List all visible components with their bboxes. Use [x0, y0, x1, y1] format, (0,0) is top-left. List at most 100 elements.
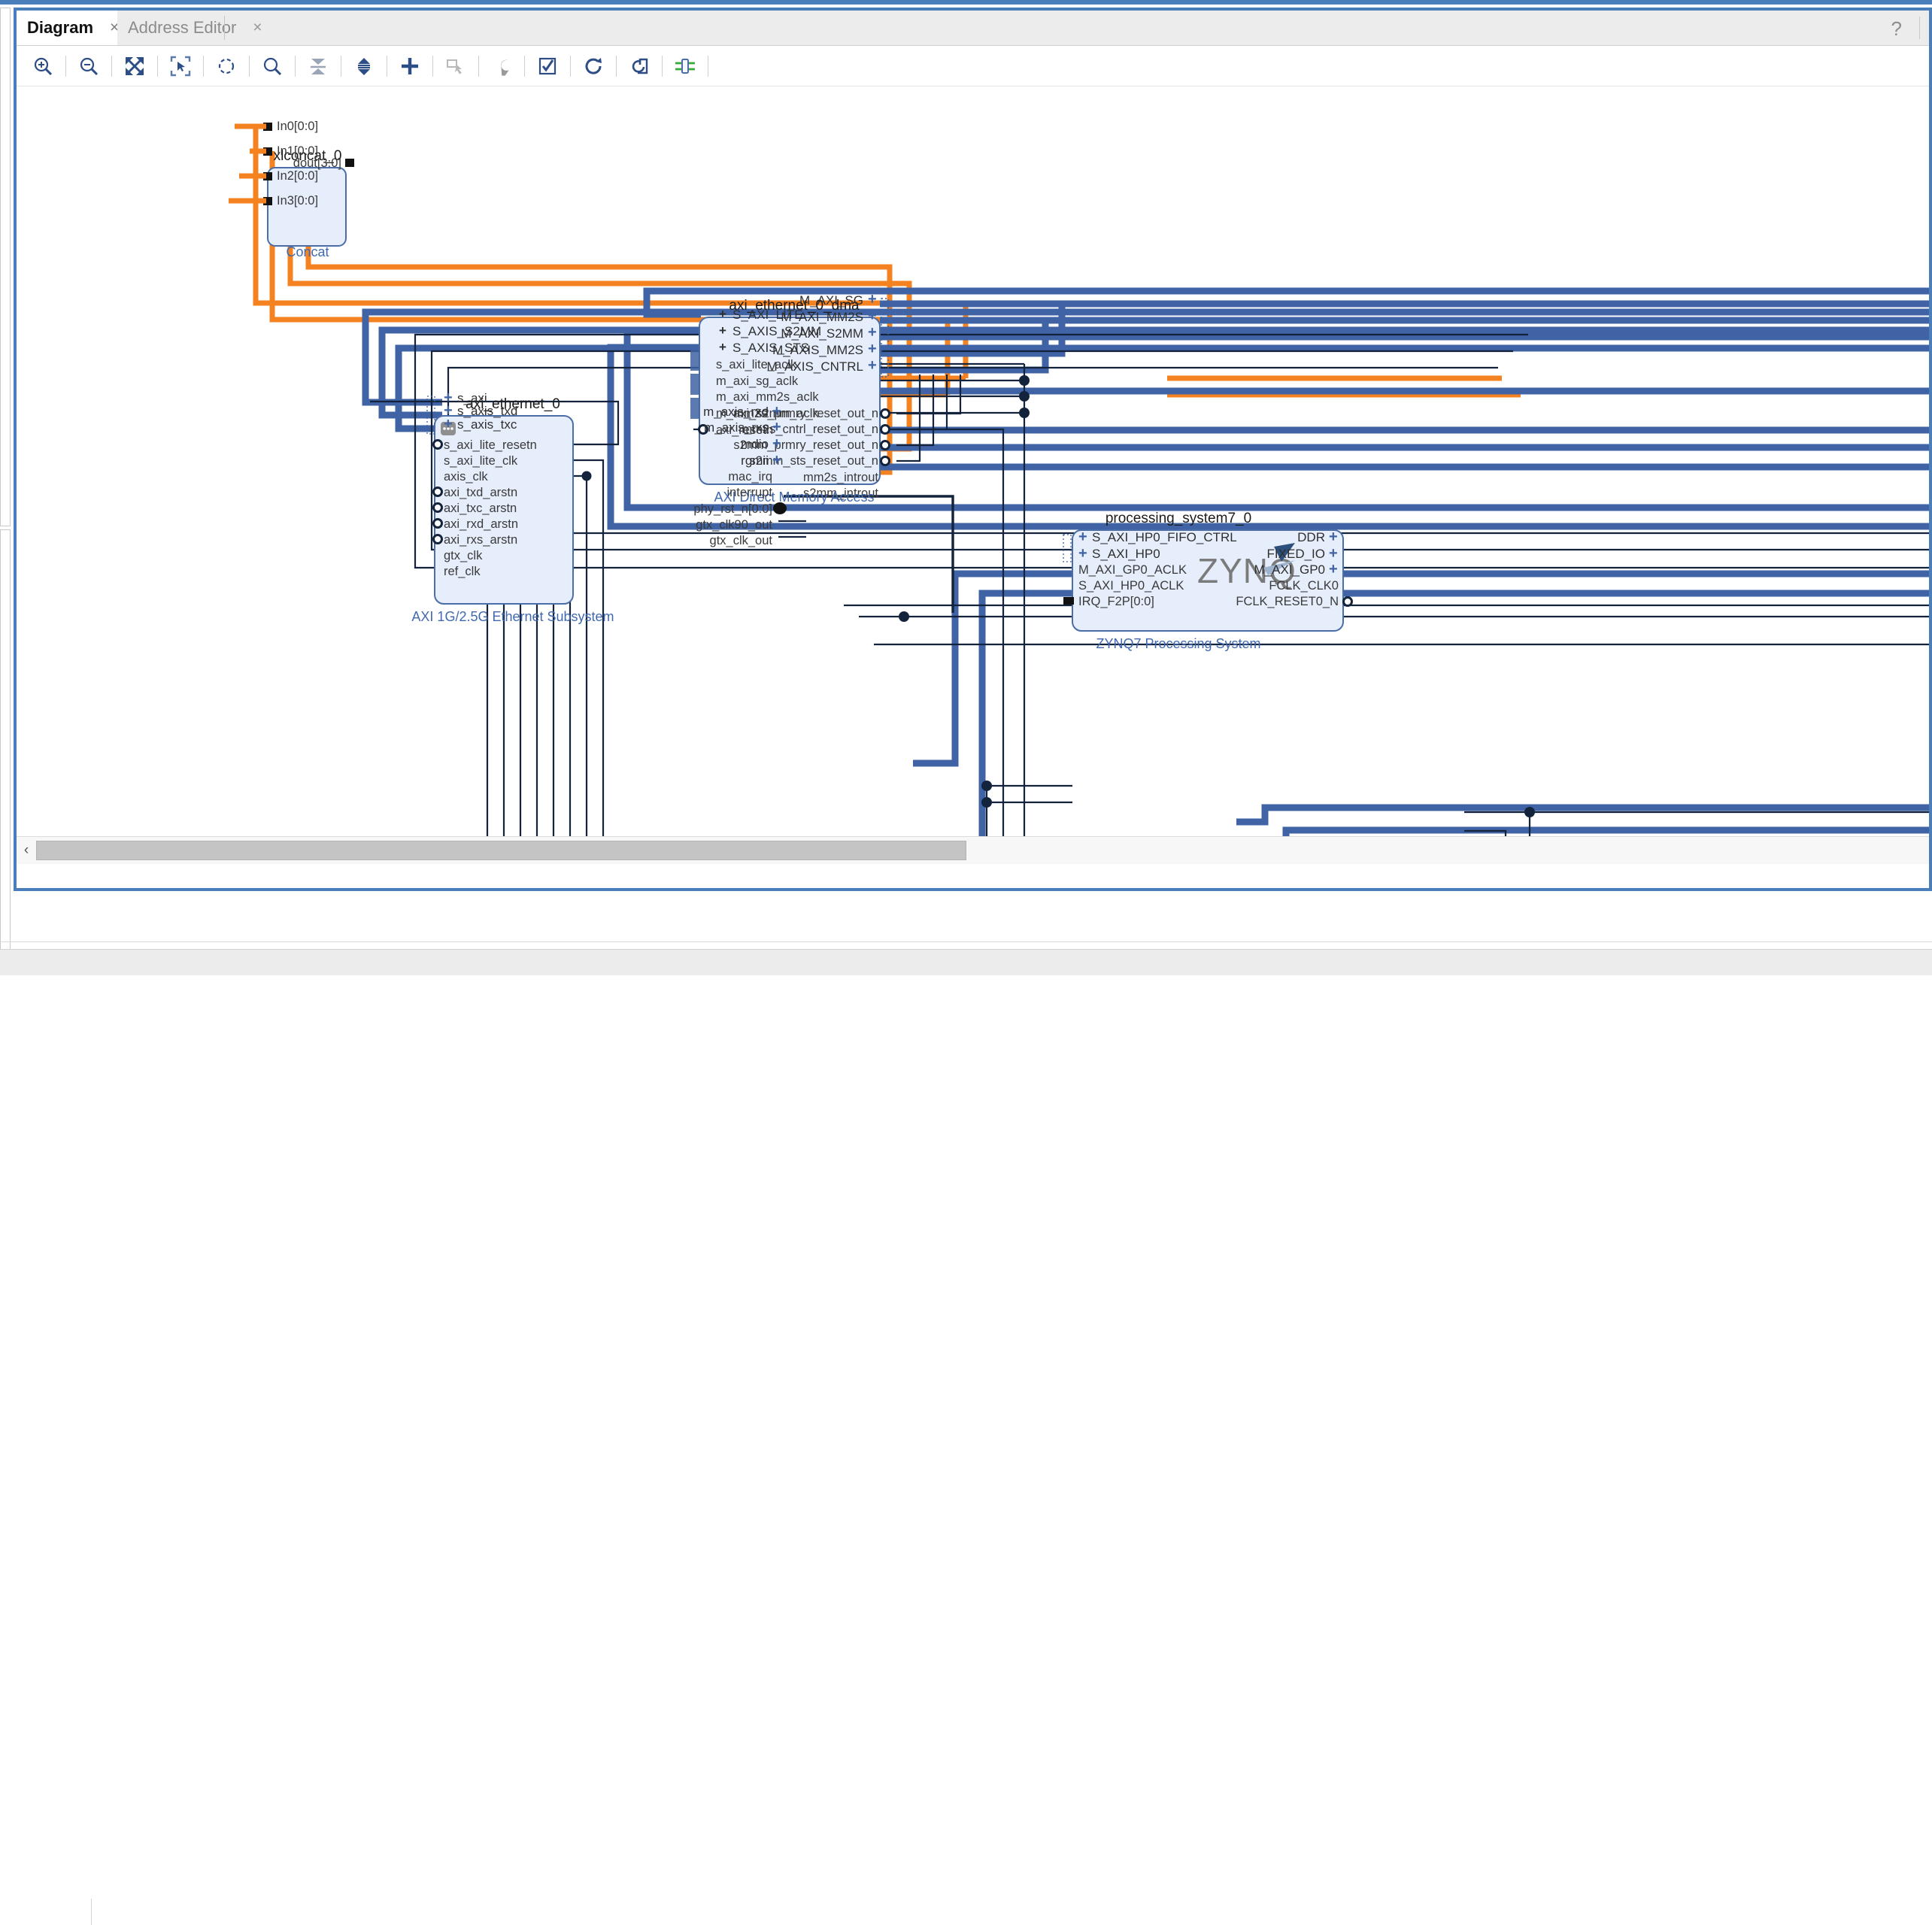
fit-selection-icon[interactable]: [209, 50, 244, 83]
tab-separator: [224, 16, 225, 40]
svg-text:+: +: [772, 403, 781, 420]
block-axi_ethernet_0[interactable]: axi_ethernet_0 + s_axi + s_axis_txd + s_…: [411, 390, 787, 624]
validate-design-icon[interactable]: [530, 50, 565, 83]
ps7-pin-S_AXI_HP0: S_AXI_HP0: [1092, 547, 1160, 561]
tab-diagram[interactable]: Diagram ×: [17, 11, 131, 45]
ps7-pin-DDR: DDR: [1297, 530, 1325, 544]
pin-label-In2: In2[0:0]: [277, 169, 318, 183]
svg-text:+: +: [772, 419, 781, 435]
eth-pin-s_axis_txc: s_axis_txc: [457, 417, 517, 432]
eth-pin-interrupt: interrupt: [726, 486, 772, 499]
run-connection-automation-icon[interactable]: [484, 50, 519, 83]
eth-pin-axi_rxd_arstn: axi_rxd_arstn: [444, 517, 518, 531]
below-window-divider: [0, 941, 1932, 942]
svg-text:+: +: [772, 435, 781, 452]
svg-text:+: +: [1329, 545, 1338, 562]
svg-text:+: +: [868, 291, 877, 308]
status-strip-cell: [0, 1899, 92, 1925]
ps7-pin-S_AXI_HP0_FIFO_CTRL: S_AXI_HP0_FIFO_CTRL: [1092, 530, 1237, 544]
header-divider: [1919, 17, 1920, 39]
toolbar-sep-11: [524, 55, 525, 77]
toolbar-sep-6: [295, 55, 296, 77]
eth-pin-gtx_clk: gtx_clk: [444, 549, 483, 562]
zoom-in-icon[interactable]: [26, 50, 60, 83]
diagram-toolbar: [17, 46, 1929, 86]
toolbar-sep-10: [478, 55, 479, 77]
eth-pin-phy_rst_n: phy_rst_n[0:0]: [693, 502, 772, 516]
eth-pin-s_axis_txd: s_axis_txd: [457, 404, 517, 418]
toolbar-sep-4: [203, 55, 204, 77]
diagram-window: Diagram × Address Editor × ? xlconcat_0 …: [14, 8, 1932, 891]
dma-pin-M_AXIS_CNTRL: M_AXIS_CNTRL: [767, 359, 863, 374]
eth-pin-gtx_clk90_out: gtx_clk90_out: [696, 518, 772, 532]
svg-text:+: +: [1078, 545, 1087, 562]
pin-label-dout: dout[3:0]: [293, 156, 341, 170]
eth-pin-mac_irq: mac_irq: [728, 470, 772, 484]
dma-pin-M_AXI_S2MM: M_AXI_S2MM: [781, 326, 863, 341]
block-diagram-svg[interactable]: .iw{stroke:#3f63a4;stroke-width:9;fill:n…: [17, 86, 1929, 864]
search-icon[interactable]: [255, 50, 290, 83]
svg-text:+: +: [1329, 529, 1338, 545]
dma-left-bus-stubs: [690, 350, 699, 419]
eth-pin-axi_rxs_arstn: axi_rxs_arstn: [444, 533, 517, 547]
block-design-canvas[interactable]: .iw{stroke:#3f63a4;stroke-width:9;fill:n…: [17, 86, 1929, 864]
ps7-pin-IRQ_F2P: IRQ_F2P[0:0]: [1078, 595, 1154, 608]
eth-pin-axi_txd_arstn: axi_txd_arstn: [444, 486, 517, 499]
block-processing_system7_0[interactable]: processing_system7_0 ZYNQ + S_AXI_HP0_FI…: [1063, 511, 1353, 651]
zoom-area-icon[interactable]: [163, 50, 198, 83]
eth-pin-mdio: mdio: [741, 437, 769, 451]
eth-pin-gtx_clk_out: gtx_clk_out: [710, 534, 773, 547]
hscroll-left-arrow[interactable]: ‹: [17, 842, 36, 859]
toolbar-sep-14: [662, 55, 663, 77]
canvas-hscrollbar[interactable]: ‹: [17, 836, 1929, 864]
toolbar-sep-1: [65, 55, 66, 77]
eth-pin-axi_txc_arstn: axi_txc_arstn: [444, 502, 517, 515]
eth-pin-axis_clk: axis_clk: [444, 470, 488, 484]
dma-pin-m_axi_mm2s_aclk: m_axi_mm2s_aclk: [716, 390, 819, 404]
dma-pin-M_AXI_SG: M_AXI_SG: [799, 293, 863, 308]
left-dock-panel-upper: [0, 8, 11, 526]
toolbar-sep-12: [570, 55, 571, 77]
tab-bar: Diagram × Address Editor × ?: [17, 11, 1929, 46]
left-dock-panel-lower: [0, 529, 11, 950]
pin-label-In3: In3[0:0]: [277, 194, 318, 208]
collapse-all-icon[interactable]: [301, 50, 335, 83]
ps7-pin-M_AXI_GP0: M_AXI_GP0: [1254, 562, 1326, 577]
hscroll-track[interactable]: [36, 841, 966, 860]
ps7-pin-M_AXI_GP0_ACLK: M_AXI_GP0_ACLK: [1078, 563, 1187, 577]
ps7-pin-FCLK_CLK0: FCLK_CLK0: [1269, 579, 1339, 593]
svg-text:+: +: [1329, 561, 1338, 578]
help-icon[interactable]: ?: [1891, 17, 1902, 41]
svg-text:+: +: [868, 324, 877, 341]
ps7-pin-FCLK_RESET0_N: FCLK_RESET0_N: [1236, 595, 1339, 608]
show-interfaces-icon[interactable]: [668, 50, 702, 83]
regenerate-layout-icon[interactable]: [576, 50, 611, 83]
block-xlconcat_0[interactable]: xlconcat_0 In0[0:0] In1[0:0] In2[0:0] In…: [263, 120, 354, 259]
add-module-icon[interactable]: [438, 50, 473, 83]
eth-pin-s_axi_lite_resetn: s_axi_lite_resetn: [444, 438, 537, 452]
tab-address-editor-close-icon[interactable]: ×: [253, 19, 262, 37]
toolbar-sep-3: [157, 55, 158, 77]
pin-label-In0: In0[0:0]: [277, 120, 318, 133]
svg-text:+: +: [444, 416, 453, 432]
eth-pin-ref_clk: ref_clk: [444, 565, 481, 578]
eth-subtitle: AXI 1G/2.5G Ethernet Subsystem: [411, 609, 614, 624]
ps7-subtitle: ZYNQ7 Processing System: [1096, 636, 1260, 651]
eth-pin-rgmii: rgmii: [741, 453, 769, 468]
optimize-routing-icon[interactable]: [622, 50, 657, 83]
svg-text:+: +: [719, 307, 726, 321]
status-strip: [0, 949, 1932, 1925]
add-ip-icon[interactable]: [393, 50, 427, 83]
zoom-out-icon[interactable]: [71, 50, 106, 83]
svg-text:+: +: [868, 357, 877, 374]
hscroll-thumb[interactable]: [36, 841, 966, 860]
toolbar-sep-13: [616, 55, 617, 77]
svg-text:+: +: [719, 340, 726, 354]
svg-text:+: +: [772, 452, 781, 468]
tab-address-editor[interactable]: Address Editor ×: [117, 11, 273, 45]
eth-pin-m_axis_rxd: m_axis_rxd: [703, 405, 769, 419]
expand-all-icon[interactable]: [347, 50, 381, 83]
vivado-block-design-app: Diagram × Address Editor × ? xlconcat_0 …: [0, 0, 1932, 1925]
block-axi_ethernet_0_dma[interactable]: axi_ethernet_0_dma + S_AXI_LITE + S_AXIS…: [690, 291, 890, 505]
zoom-fit-icon[interactable]: [117, 50, 152, 83]
